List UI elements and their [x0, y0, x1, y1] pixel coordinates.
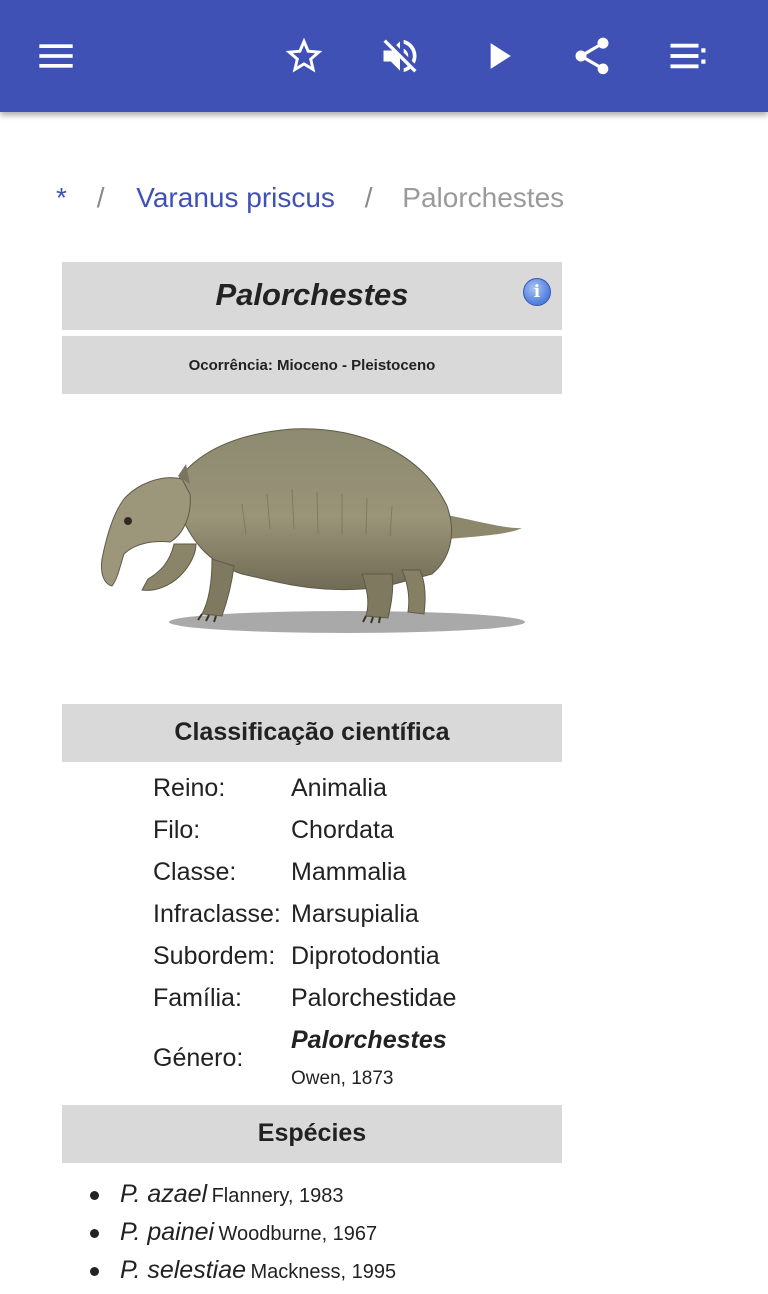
genus-value: Palorchestes Owen, 1873 [291, 1019, 562, 1097]
breadcrumb-parent[interactable]: Varanus priscus [136, 182, 335, 213]
play-icon [490, 43, 511, 69]
species-item: P. azael Flannery, 1983 [90, 1174, 590, 1212]
species-name: P. painei [120, 1218, 215, 1246]
taxonomy-row-subordem: Subordem: Diprotodontia [153, 935, 562, 977]
species-authority: Flannery, 1983 [211, 1185, 344, 1207]
bullet [90, 1229, 99, 1238]
taxonomy-label: Subordem: [153, 942, 276, 970]
occurrence-range: Ocorrência: Mioceno - Pleistoceno [62, 336, 562, 394]
species-list: P. azael Flannery, 1983 P. painei Woodbu… [62, 1174, 590, 1288]
star-outline-icon [285, 37, 323, 73]
palorchestes-illustration[interactable] [62, 394, 562, 704]
bullet [90, 1267, 99, 1276]
taxonomy-row-classe: Classe: Mammalia [153, 851, 562, 893]
taxonomy-row-filo: Filo: Chordata [153, 809, 562, 851]
volume-off-icon [383, 39, 417, 73]
species-authority: Woodburne, 1967 [218, 1223, 378, 1245]
breadcrumb: * / Varanus priscus / Palorchestes [56, 178, 564, 218]
taxonomy-value[interactable]: Mammalia [291, 851, 562, 893]
taxonomy-label: Família: [153, 984, 242, 1012]
taxonomy-value[interactable]: Marsupialia [291, 893, 562, 935]
share-icon [575, 37, 609, 75]
breadcrumb-separator: / [96, 182, 105, 213]
taxonomy-label: Infraclasse: [153, 900, 281, 928]
species-item: P. painei Woodburne, 1967 [90, 1212, 590, 1250]
taxonomy-label: Filo: [153, 816, 201, 844]
taxobox: Palorchestes i Ocorrência: Mioceno - Ple… [62, 262, 562, 1163]
taxobox-title-text: Palorchestes [215, 277, 409, 312]
taxonomy-label: Género: [153, 1044, 244, 1072]
palorchestes-image [101, 428, 525, 633]
taxonomy-row-infraclasse: Infraclasse: Marsupialia [153, 893, 562, 935]
info-icon[interactable]: i [523, 278, 551, 306]
share-button[interactable] [564, 28, 620, 84]
breadcrumb-home[interactable]: * [56, 182, 67, 213]
taxonomy-value[interactable]: Palorchestidae [291, 977, 562, 1019]
menu-icon [39, 44, 73, 68]
genus-authority: Owen, 1873 [291, 1068, 394, 1089]
taxonomy-label: Classe: [153, 858, 237, 886]
taxonomy-value[interactable]: Diprotodontia [291, 935, 562, 977]
species-item: P. selestiae Mackness, 1995 [90, 1250, 590, 1288]
mute-button[interactable] [372, 28, 428, 84]
taxonomy-row-genero: Género: Palorchestes Owen, 1873 [153, 1019, 562, 1097]
breadcrumb-current: Palorchestes [402, 182, 565, 213]
classification-header: Classificação científica [62, 704, 562, 762]
taxonomy-row-familia: Família: Palorchestidae [153, 977, 562, 1019]
genus-name: Palorchestes [291, 1026, 447, 1054]
playlist-button[interactable] [660, 28, 716, 84]
playlist-icon [670, 43, 706, 69]
breadcrumb-separator: / [364, 182, 373, 213]
species-header: Espécies [62, 1105, 562, 1163]
taxonomy-row-reino: Reino: Animalia [153, 767, 562, 809]
app-toolbar [0, 0, 768, 112]
taxonomy-value[interactable]: Chordata [291, 809, 562, 851]
menu-button[interactable] [28, 28, 84, 84]
species-name: P. azael [120, 1180, 208, 1208]
favorite-button[interactable] [276, 28, 332, 84]
taxobox-title: Palorchestes i [62, 262, 562, 330]
bullet [90, 1191, 99, 1200]
play-button[interactable] [470, 28, 526, 84]
taxonomy-value[interactable]: Animalia [291, 767, 562, 809]
taxonomy-label: Reino: [153, 774, 226, 802]
taxonomy-table: Reino: Animalia Filo: Chordata Classe: M… [153, 762, 562, 1105]
